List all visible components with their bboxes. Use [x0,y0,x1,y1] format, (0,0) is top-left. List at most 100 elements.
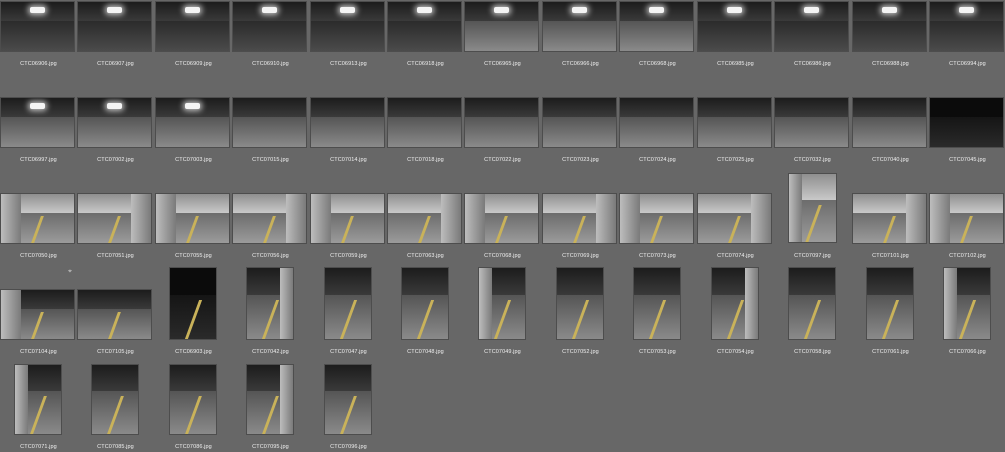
thumbnail-image[interactable] [170,365,216,434]
thumbnail-image[interactable] [233,98,306,147]
thumbnail-image[interactable] [388,2,461,51]
thumbnail-image[interactable] [325,365,371,434]
thumbnail-item[interactable]: CTC07097.jpg [774,0,851,452]
thumbnail-filename: CTC07002.jpg [97,157,134,163]
thumbnail-roadway [853,20,926,51]
thumbnail-image[interactable] [465,194,538,243]
thumbnail-image[interactable] [156,194,229,243]
barrier-wall [156,194,177,243]
thumbnail-filename: CTC07086.jpg [175,444,212,450]
thumbnail-image[interactable] [78,290,151,339]
thumbnail-image[interactable] [1,2,74,51]
thumbnail-image[interactable] [698,194,771,243]
thumbnail-item[interactable]: CTC07102.jpg [929,0,1005,452]
thumbnail-roadway [620,20,693,51]
thumbnail-filename: CTC07053.jpg [639,349,676,355]
thumbnail-filename: CTC07015.jpg [252,157,289,163]
thumbnail-roadway [311,20,384,51]
thumbnail-ceiling [557,268,603,295]
thumbnail-image[interactable] [620,98,693,147]
thumbnail-image[interactable] [543,98,616,147]
thumbnail-image[interactable] [388,98,461,147]
barrier-wall [750,194,771,243]
thumbnail-image[interactable] [311,194,384,243]
thumbnail-filename: CTC06903.jpg [175,349,212,355]
thumbnail-image[interactable] [233,194,306,243]
thumbnail-item[interactable]: CTC07063.jpg [387,0,464,452]
thumbnail-image[interactable] [388,194,461,243]
thumbnail-filename: CTC07054.jpg [717,349,754,355]
thumbnail-image[interactable] [789,174,836,242]
thumbnail-image[interactable] [156,98,229,147]
thumbnail-filename: CTC07018.jpg [407,157,444,163]
thumbnail-image[interactable] [325,268,371,339]
thumbnail-image[interactable] [775,2,848,51]
barrier-wall [595,194,616,243]
thumbnail-filename: CTC07097.jpg [794,253,831,259]
ceiling-light-icon [959,6,974,13]
thumbnail-image[interactable] [557,268,603,339]
thumbnail-image[interactable] [620,194,693,243]
thumbnail-image[interactable] [1,290,74,339]
thumbnail-image[interactable] [775,98,848,147]
thumbnail-roadway [543,20,616,51]
ceiling-light-icon [30,102,45,109]
thumbnail-image[interactable] [853,2,926,51]
thumbnail-image[interactable] [543,194,616,243]
thumbnail-image[interactable] [156,2,229,51]
thumbnail-filename: CTC07071.jpg [20,444,57,450]
thumbnail-image[interactable] [789,268,835,339]
thumbnail-image[interactable] [543,2,616,51]
thumbnail-ceiling [402,268,448,295]
ceiling-light-icon [649,6,664,13]
barrier-wall [15,365,28,434]
thumbnail-image[interactable] [853,194,926,243]
thumbnail-image[interactable] [479,268,525,339]
thumbnail-item[interactable]: CTC07101.jpg [852,0,929,452]
thumbnail-filename: CTC06910.jpg [252,61,289,67]
thumbnail-filename: CTC07104.jpg [20,349,57,355]
thumbnail-filename: CTC07023.jpg [562,157,599,163]
thumbnail-image[interactable] [311,98,384,147]
thumbnail-image[interactable] [944,268,990,339]
thumbnail-image[interactable] [620,2,693,51]
thumbnail-image[interactable] [465,2,538,51]
thumbnail-item[interactable]: CTC07068.jpg [464,0,541,452]
thumbnail-image[interactable] [247,268,293,339]
thumbnail-image[interactable] [78,2,151,51]
thumbnail-grid: CTC06906.jpg CTC06907.jpg CTC06909.jpg CTC0… [0,0,1005,452]
barrier-wall [905,194,926,243]
thumbnail-filename: CTC07101.jpg [872,253,909,259]
thumbnail-image[interactable] [311,2,384,51]
thumbnail-item[interactable]: CTC07073.jpg [619,0,696,452]
thumbnail-image[interactable] [853,98,926,147]
thumbnail-image[interactable] [634,268,680,339]
thumbnail-filename: CTC07073.jpg [639,253,676,259]
thumbnail-image[interactable] [930,2,1003,51]
thumbnail-image[interactable] [247,365,293,434]
thumbnail-image[interactable] [1,194,74,243]
thumbnail-ceiling [233,98,306,117]
thumbnail-image[interactable] [465,98,538,147]
thumbnail-image[interactable] [930,98,1003,147]
thumbnail-roadway [853,116,926,147]
thumbnail-image[interactable] [170,268,216,339]
thumbnail-image[interactable] [1,98,74,147]
thumbnail-image[interactable] [15,365,61,434]
thumbnail-image[interactable] [698,2,771,51]
thumbnail-item[interactable]: CTC07069.jpg [542,0,619,452]
thumbnail-roadway [930,20,1003,51]
barrier-wall [930,194,951,243]
thumbnail-image[interactable] [712,268,758,339]
thumbnail-image[interactable] [78,98,151,147]
thumbnail-image[interactable] [930,194,1003,243]
thumbnail-image[interactable] [92,365,138,434]
thumbnail-image[interactable] [402,268,448,339]
thumbnail-image[interactable] [233,2,306,51]
thumbnail-roadway [775,116,848,147]
thumbnail-image[interactable] [78,194,151,243]
thumbnail-image[interactable] [698,98,771,147]
thumbnail-item[interactable]: CTC07074.jpg [697,0,774,452]
barrier-wall [130,194,151,243]
thumbnail-image[interactable] [867,268,913,339]
